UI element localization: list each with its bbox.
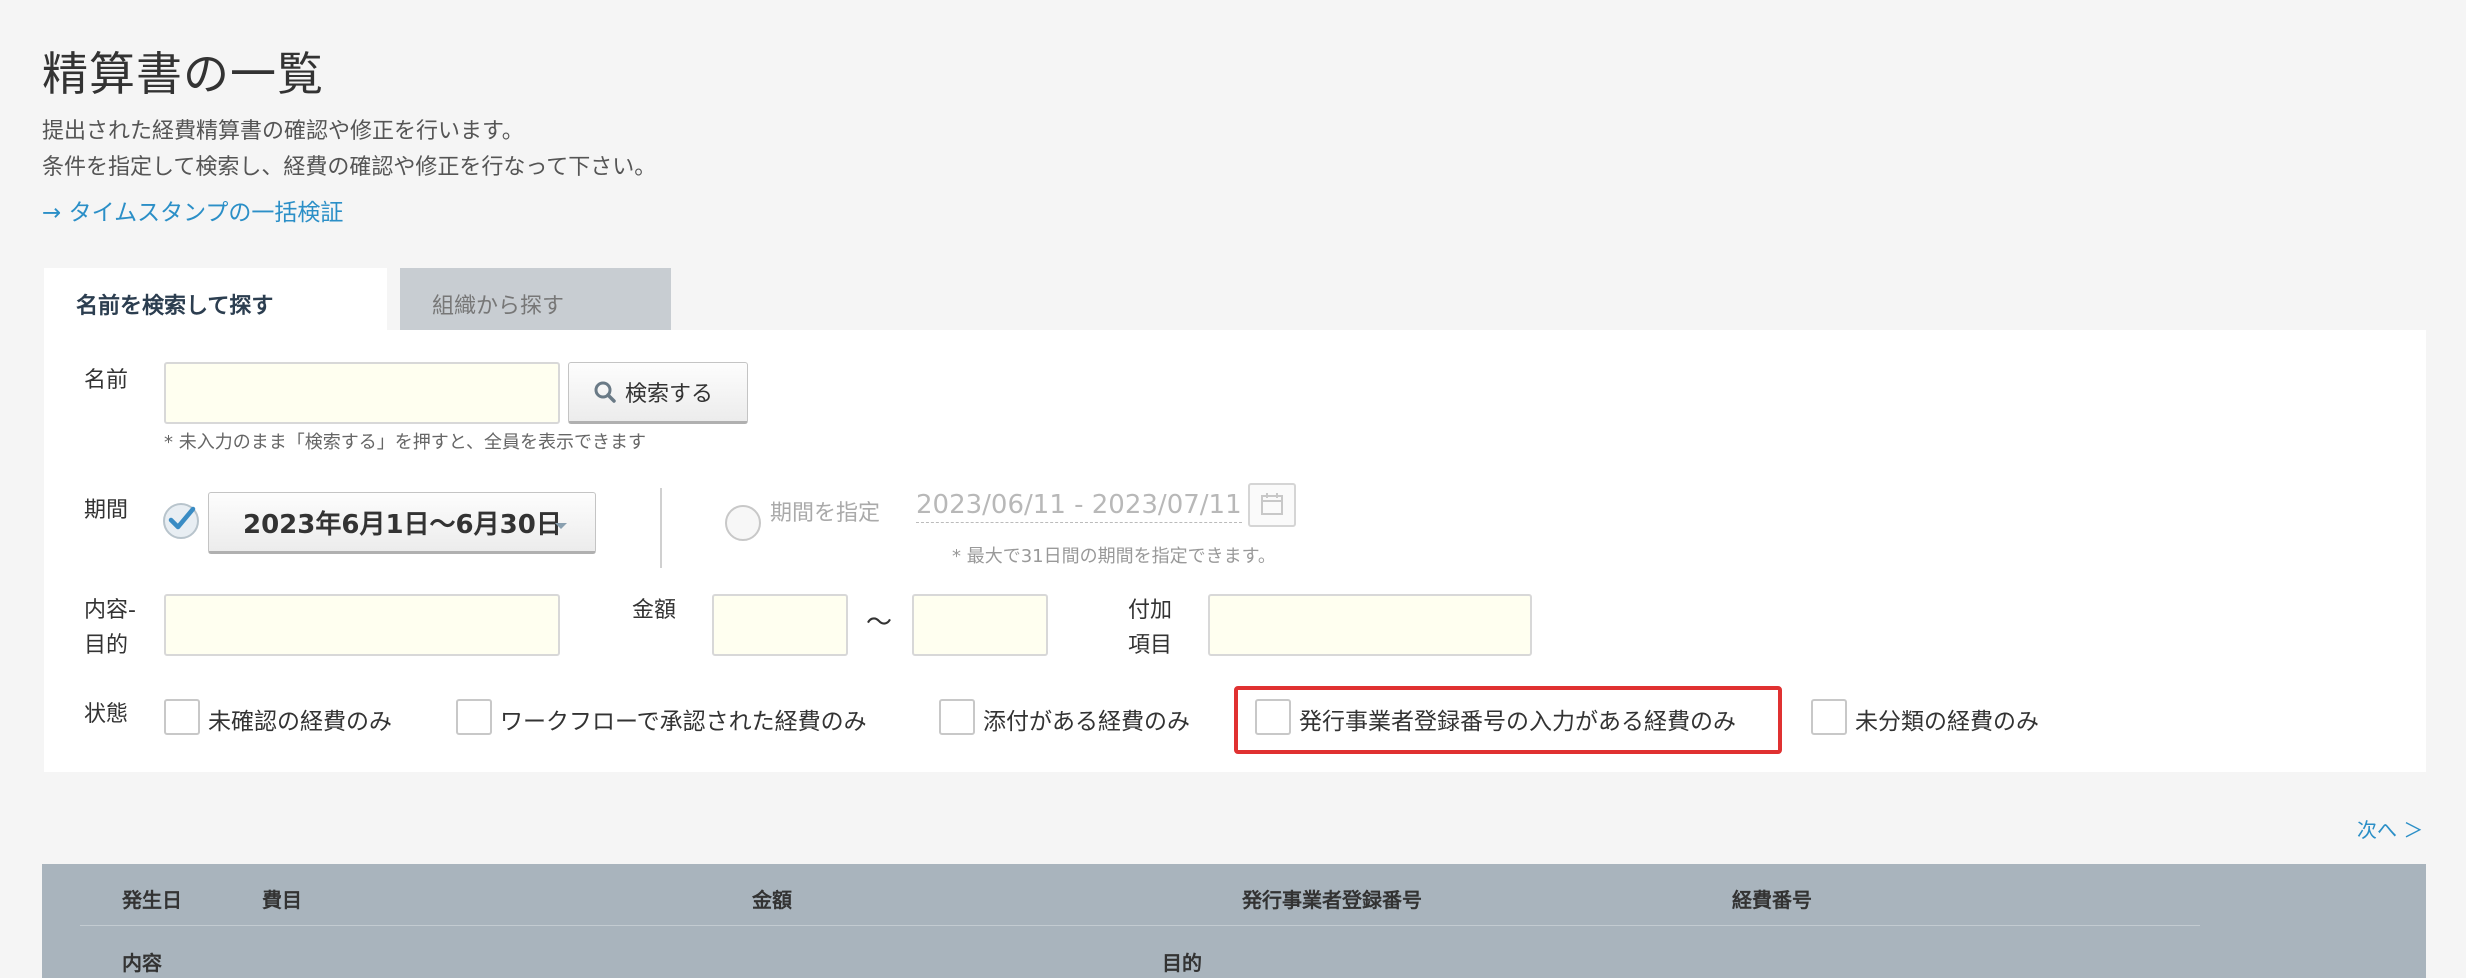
period-select[interactable]: 2023年6月1日〜6月30日 <box>208 492 596 554</box>
calendar-button[interactable] <box>1248 483 1296 527</box>
date-range-display[interactable]: 2023/06/11 - 2023/07/11 <box>916 490 1242 523</box>
search-button-label: 検索する <box>625 382 714 407</box>
period-preset-checkbox[interactable] <box>163 503 199 539</box>
page-description-line-1: 提出された経費精算書の確認や修正を行います。 <box>42 119 524 144</box>
table-header <box>42 864 2426 978</box>
name-input[interactable] <box>164 362 560 424</box>
status-checkbox-workflow-approved[interactable] <box>456 699 492 735</box>
extra-label-line-1: 付加 <box>1128 598 1173 623</box>
next-page-link[interactable]: 次へ ＞ <box>2357 814 2423 843</box>
chevron-down-icon <box>555 523 567 529</box>
column-header-expense-item[interactable]: 費目 <box>262 884 302 913</box>
status-option-has-attachment[interactable]: 添付がある経費のみ <box>983 702 1190 736</box>
search-button[interactable]: 検索する <box>568 362 748 424</box>
status-checkbox-unclassified[interactable] <box>1811 699 1847 735</box>
status-checkbox-has-attachment[interactable] <box>939 699 975 735</box>
amount-label: 金額 <box>632 598 677 623</box>
status-option-registration-number[interactable]: 発行事業者登録番号の入力がある経費のみ <box>1299 702 1736 736</box>
status-label: 状態 <box>84 702 129 727</box>
column-header-date[interactable]: 発生日 <box>122 884 182 913</box>
period-divider <box>660 488 662 568</box>
status-option-unclassified[interactable]: 未分類の経費のみ <box>1855 702 2039 736</box>
period-label: 期間 <box>84 498 129 523</box>
amount-range-separator: 〜 <box>866 608 893 638</box>
date-range-hint: * 最大で31日間の期間を指定できます。 <box>952 546 1276 567</box>
timestamp-verify-link[interactable]: → タイムスタンプの一括検証 <box>42 193 343 227</box>
extra-label-line-2: 項目 <box>1128 633 1173 658</box>
column-header-content[interactable]: 内容 <box>122 947 162 976</box>
column-header-amount[interactable]: 金額 <box>752 884 792 913</box>
amount-min-input[interactable] <box>712 594 848 656</box>
status-checkbox-registration-number[interactable] <box>1255 699 1291 735</box>
status-checkbox-unconfirmed[interactable] <box>164 699 200 735</box>
status-option-unconfirmed[interactable]: 未確認の経費のみ <box>208 702 392 736</box>
specify-period-radio[interactable] <box>725 505 761 541</box>
column-header-purpose[interactable]: 目的 <box>1162 947 1202 976</box>
specify-period-label: 期間を指定 <box>770 501 881 526</box>
name-input-hint: * 未入力のまま「検索する」を押すと、全員を表示できます <box>164 432 646 453</box>
search-icon <box>594 381 616 403</box>
page-title: 精算書の一覧 <box>42 47 324 101</box>
column-header-expense-number[interactable]: 経費番号 <box>1732 884 1812 913</box>
content-label-line-1: 内容- <box>84 598 136 623</box>
content-purpose-input[interactable] <box>164 594 560 656</box>
check-icon <box>168 506 196 530</box>
period-select-value: 2023年6月1日〜6月30日 <box>243 509 562 540</box>
amount-max-input[interactable] <box>912 594 1048 656</box>
status-option-workflow-approved[interactable]: ワークフローで承認された経費のみ <box>500 702 867 736</box>
name-label: 名前 <box>84 368 129 393</box>
tab-search-by-name[interactable]: 名前を検索して探す <box>44 268 387 332</box>
content-label-line-2: 目的 <box>84 633 129 658</box>
extra-item-input[interactable] <box>1208 594 1532 656</box>
tab-search-by-organization[interactable]: 組織から探す <box>400 268 671 330</box>
table-header-divider <box>80 925 2200 926</box>
page-description-line-2: 条件を指定して検索し、経費の確認や修正を行なって下さい。 <box>42 155 657 180</box>
calendar-icon <box>1261 493 1283 515</box>
column-header-registration-number[interactable]: 発行事業者登録番号 <box>1242 884 1422 913</box>
